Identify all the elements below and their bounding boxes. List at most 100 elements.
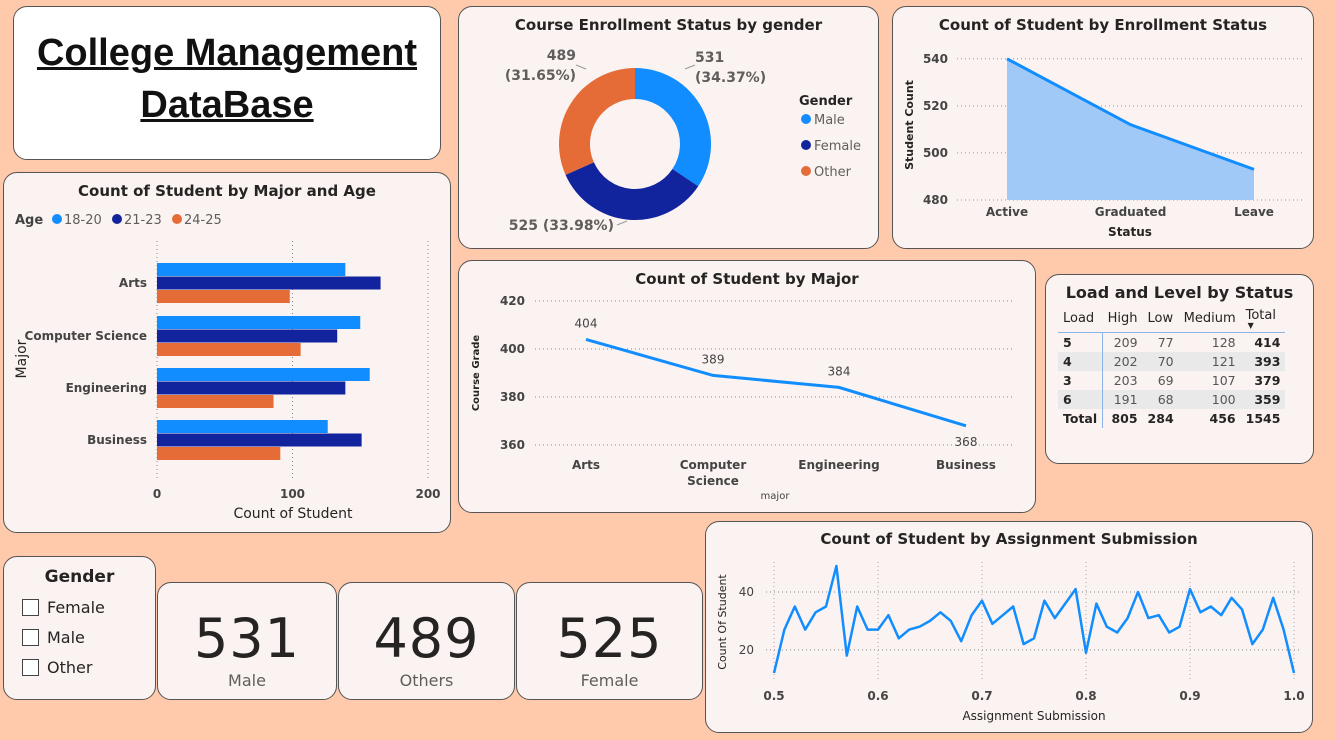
sort-desc-icon[interactable]: ▼ bbox=[1248, 322, 1281, 330]
checkbox-other[interactable] bbox=[22, 659, 39, 676]
gender-slicer-title: Gender bbox=[44, 567, 115, 587]
x-axis-label: Status bbox=[1108, 225, 1152, 239]
load-level-table[interactable]: Load High Low Medium Total ▼ 5 209 77 128 414 4 202 7… bbox=[1058, 307, 1286, 428]
table-cell: 202 bbox=[1102, 352, 1143, 371]
x-tick-label: Arts bbox=[572, 458, 600, 472]
y-axis-label: Count Of Student bbox=[716, 574, 729, 670]
dashboard-title: College Management DataBase bbox=[36, 32, 418, 126]
legend-label: 24-25 bbox=[184, 213, 222, 228]
table-cell: 284 bbox=[1147, 411, 1174, 426]
x-tick-label: 100 bbox=[280, 487, 305, 501]
checkbox-female[interactable] bbox=[22, 599, 39, 616]
table-cell: 6 bbox=[1058, 390, 1104, 409]
y-tick-label: 380 bbox=[500, 390, 525, 404]
x-tick-label: 0.7 bbox=[971, 689, 992, 703]
enrollment-gender-card[interactable]: Course Enrollment Status by gender 531 (3… bbox=[458, 6, 879, 249]
y-tick-label: 540 bbox=[923, 52, 948, 66]
y-tick-label: Engineering bbox=[66, 381, 147, 395]
bar bbox=[157, 395, 274, 408]
data-label-other: 489 bbox=[547, 48, 576, 64]
x-tick-label: 0.9 bbox=[1179, 689, 1200, 703]
by-major-card[interactable]: Count of Student by Major 360 380 400 420 40… bbox=[458, 260, 1036, 513]
leader-line-other bbox=[575, 64, 587, 70]
bar bbox=[157, 433, 362, 447]
table-cell: 77 bbox=[1157, 335, 1174, 350]
leader-line-female bbox=[616, 220, 628, 226]
bar bbox=[157, 368, 370, 381]
x-tick-label: Engineering bbox=[798, 458, 879, 472]
y-axis-label: Student Count bbox=[903, 80, 916, 170]
major-age-chart[interactable]: 0 100 200 Count of Student Major Age 18-20 21-2… bbox=[4, 173, 451, 533]
y-axis-label: Course Grade bbox=[471, 335, 482, 412]
x-tick-label: 0 bbox=[153, 487, 161, 501]
table-cell: 393 bbox=[1240, 352, 1286, 371]
legend-label-female: Female bbox=[814, 139, 861, 154]
kpi-card-male[interactable]: 531 Male bbox=[157, 582, 337, 700]
enrollment-status-chart[interactable]: 480 500 520 540 Active Graduated Leave Status St… bbox=[893, 7, 1314, 249]
table-cell: 68 bbox=[1142, 390, 1179, 409]
x-tick-label: Leave bbox=[1234, 205, 1274, 219]
kpi-value: 531 bbox=[193, 607, 301, 670]
enrollment-gender-chart[interactable]: 531 (34.37%) 489 (31.65%) 525 (33.98%) Gender… bbox=[459, 7, 879, 249]
slicer-option-female[interactable]: Female bbox=[22, 598, 105, 617]
major-age-card[interactable]: Count of Student by Major and Age 0 100 20… bbox=[3, 172, 451, 533]
table-header-high[interactable]: High bbox=[1102, 307, 1143, 333]
load-level-card[interactable]: Load and Level by Status Load High Low Medi… bbox=[1045, 274, 1314, 464]
x-axis-label: Count of Student bbox=[233, 506, 353, 522]
leader-line-male bbox=[684, 64, 696, 70]
bar bbox=[157, 276, 381, 290]
data-label-male: (34.37%) bbox=[695, 70, 766, 86]
legend-marker bbox=[172, 214, 182, 224]
assignment-chart[interactable]: 20 40 0.5 0.6 0.7 0.8 0.9 1.0 Assignment Submiss… bbox=[706, 522, 1313, 733]
legend-marker bbox=[52, 214, 62, 224]
bar bbox=[157, 447, 281, 460]
kpi-label: Female bbox=[580, 671, 639, 690]
y-tick-label: 360 bbox=[500, 438, 525, 452]
table-cell: 805 bbox=[1111, 411, 1138, 426]
assignment-card[interactable]: Count of Student by Assignment Submissio… bbox=[705, 521, 1313, 733]
table-row: 4 202 70 121 393 bbox=[1058, 352, 1286, 371]
bar bbox=[157, 343, 301, 356]
data-label-other: (31.65%) bbox=[505, 68, 576, 84]
y-tick-label: Computer Science bbox=[25, 329, 147, 343]
slicer-option-male[interactable]: Male bbox=[22, 628, 85, 647]
legend-label: 21-23 bbox=[124, 213, 162, 228]
x-tick-label: Business bbox=[936, 458, 996, 472]
series-line bbox=[772, 564, 1296, 674]
table-cell: 4 bbox=[1058, 352, 1104, 371]
table-header-low[interactable]: Low bbox=[1142, 307, 1179, 333]
x-tick-label: Active bbox=[986, 205, 1028, 219]
x-tick-label: Graduated bbox=[1095, 205, 1167, 219]
y-tick-label: 480 bbox=[923, 193, 948, 207]
legend-marker bbox=[112, 214, 122, 224]
x-tick-label: 0.8 bbox=[1075, 689, 1096, 703]
y-axis-label: Major bbox=[14, 339, 30, 378]
kpi-label: Male bbox=[228, 671, 266, 690]
slicer-option-label: Other bbox=[47, 658, 93, 677]
legend-marker-female bbox=[801, 140, 811, 150]
table-header-load[interactable]: Load bbox=[1058, 307, 1103, 333]
y-tick-label: 40 bbox=[739, 585, 754, 599]
table-cell: 107 bbox=[1211, 373, 1236, 388]
slicer-option-label: Female bbox=[47, 598, 105, 617]
kpi-card-female[interactable]: 525 Female bbox=[516, 582, 703, 700]
by-major-chart[interactable]: 360 380 400 420 404 389 384 368 Arts Computer Scie… bbox=[459, 261, 1036, 513]
gender-slicer[interactable]: Gender Female Male Other bbox=[3, 556, 156, 700]
legend-title: Age bbox=[15, 213, 43, 228]
kpi-value: 489 bbox=[373, 607, 480, 670]
slicer-option-other[interactable]: Other bbox=[22, 658, 92, 677]
x-axis-label: Assignment Submission bbox=[962, 709, 1105, 723]
checkbox-male[interactable] bbox=[22, 629, 39, 646]
load-level-title: Load and Level by Status bbox=[1065, 283, 1294, 302]
table-row: 5 209 77 128 414 bbox=[1058, 332, 1285, 352]
kpi-card-others[interactable]: 489 Others bbox=[338, 582, 515, 700]
x-tick-label: Science bbox=[687, 474, 739, 488]
legend-marker-other bbox=[801, 166, 811, 176]
table-cell: 456 bbox=[1209, 411, 1236, 426]
legend-marker-male bbox=[801, 114, 811, 124]
x-tick-label: 200 bbox=[415, 487, 440, 501]
table-header-total[interactable]: Total ▼ bbox=[1240, 307, 1286, 333]
enrollment-status-card[interactable]: Count of Student by Enrollment Status 48… bbox=[892, 6, 1314, 249]
data-label: 384 bbox=[828, 364, 851, 378]
table-header-medium[interactable]: Medium bbox=[1178, 307, 1241, 333]
